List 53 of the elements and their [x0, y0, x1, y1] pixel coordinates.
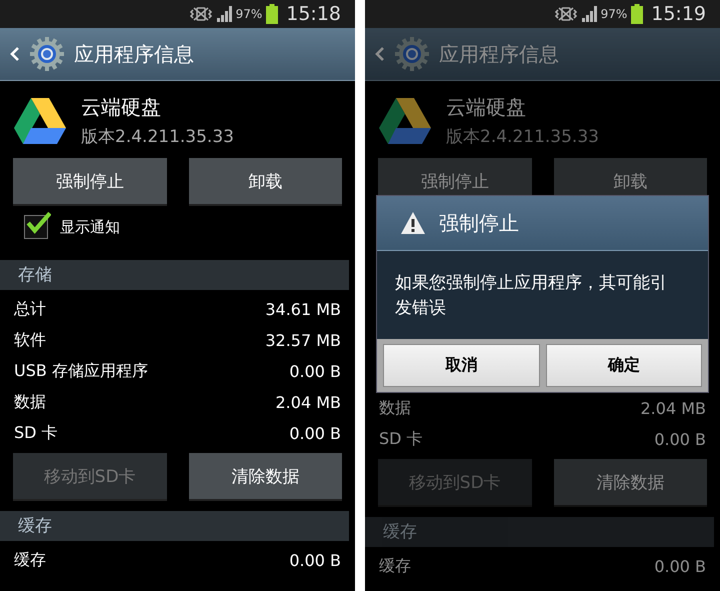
row-value: 0.00 B: [289, 362, 341, 381]
row-label: SD 卡: [379, 429, 423, 450]
clock-time: 15:18: [286, 3, 341, 25]
row-label: SD 卡: [14, 423, 58, 444]
section-header: 存储: [0, 260, 349, 290]
row-label: USB 存储应用程序: [14, 361, 148, 382]
back-icon: [375, 46, 385, 62]
app-version: 版本2.4.211.35.33: [446, 126, 599, 148]
row-label: 缓存: [14, 550, 46, 571]
row-label: 软件: [14, 330, 46, 351]
signal-icon: [216, 6, 234, 22]
battery-percent: 97%: [236, 7, 262, 21]
battery-icon: [266, 4, 278, 24]
row-value: 32.57 MB: [265, 331, 341, 350]
action-button[interactable]: 清除数据: [188, 453, 342, 499]
gear-icon: [395, 37, 429, 71]
app-name: 云端硬盘: [446, 94, 527, 121]
row-label: 数据: [14, 392, 46, 413]
triangle-logo-icon: [379, 98, 431, 144]
screen-title: 应用程序信息: [74, 40, 194, 68]
dialog-button[interactable]: 取消: [383, 344, 540, 387]
vibrate-mute-icon: [554, 6, 577, 22]
app-version: 版本2.4.211.35.33: [81, 126, 234, 148]
warning-icon: [401, 212, 425, 234]
gear-icon: [30, 37, 64, 71]
row-label: 缓存: [379, 556, 411, 577]
checkbox-label: 显示通知: [60, 218, 120, 236]
row-label: 数据: [379, 398, 411, 419]
app-name: 云端硬盘: [81, 94, 162, 121]
row-value: 2.04 MB: [276, 393, 341, 412]
action-button[interactable]: 强制停止: [13, 158, 166, 204]
row-value: 34.61 MB: [265, 300, 341, 319]
row-value: 0.00 B: [289, 551, 341, 570]
row-value: 2.04 MB: [640, 399, 706, 418]
dialog-title: 强制停止: [439, 210, 519, 236]
row-value: 0.00 B: [289, 424, 341, 443]
row-value: 0.00 B: [654, 430, 706, 449]
row-label: 总计: [14, 299, 46, 320]
signal-icon: [580, 6, 599, 22]
vibrate-mute-icon: [190, 6, 212, 22]
dialog-button[interactable]: 确定: [546, 344, 702, 387]
section-header: 缓存: [365, 517, 714, 547]
action-button[interactable]: 卸载: [188, 158, 342, 204]
battery-percent: 97%: [600, 7, 628, 21]
back-icon: [10, 46, 20, 62]
action-button[interactable]: 清除数据: [554, 459, 707, 505]
dialog-message: 如果您强制停止应用程序，其可能引发错误: [394, 272, 668, 320]
triangle-logo-icon: [14, 98, 66, 144]
clock-time: 15:19: [651, 3, 706, 25]
battery-icon: [631, 4, 644, 24]
section-header: 缓存: [0, 511, 349, 541]
screen-title: 应用程序信息: [439, 40, 559, 68]
row-value: 0.00 B: [654, 557, 706, 576]
